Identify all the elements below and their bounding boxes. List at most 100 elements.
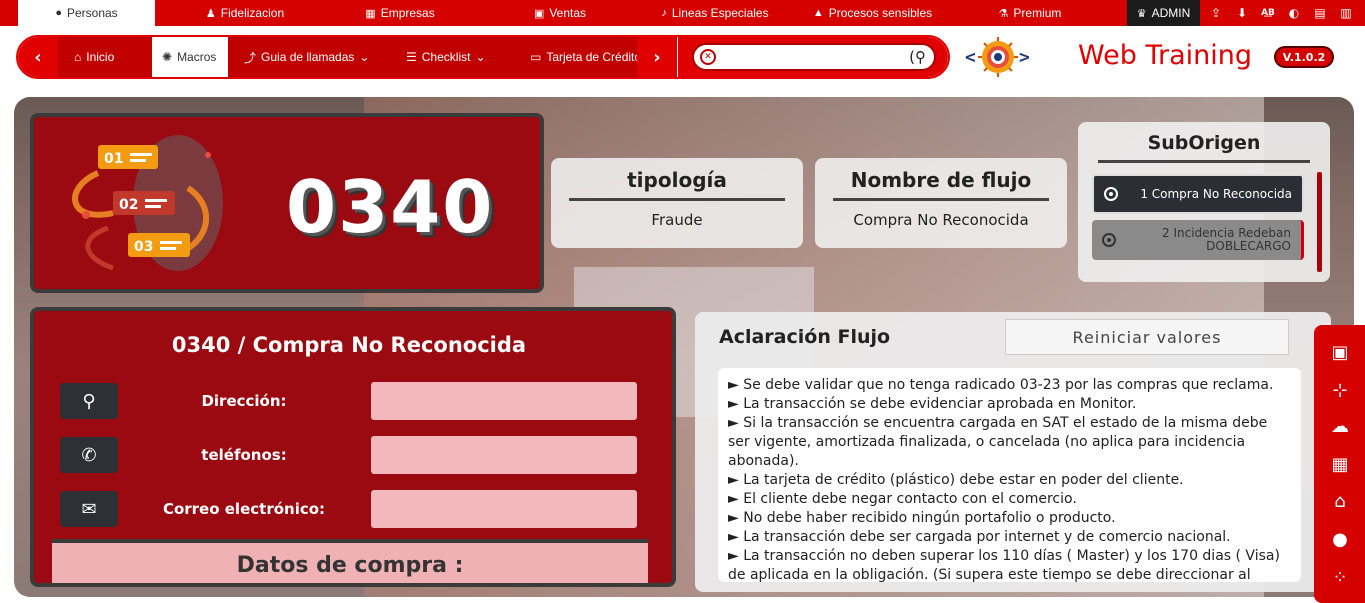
money-icon: ▣ <box>533 7 545 20</box>
chat-icon[interactable]: ☁ <box>1327 414 1353 438</box>
tab-label: Personas <box>66 6 118 20</box>
search-area: ✕ (⚲ <box>678 37 948 77</box>
correo-input[interactable] <box>371 490 637 528</box>
chevron-down-icon: ⌄ <box>475 50 486 64</box>
menu-item-inicio[interactable]: ⌂ Inicio <box>64 37 142 77</box>
search-icon[interactable]: (⚲ <box>909 48 926 66</box>
svg-text:>: > <box>1019 47 1030 68</box>
scroll-right-button[interactable]: › <box>637 37 677 77</box>
clear-icon[interactable]: ✕ <box>700 49 716 65</box>
divider <box>833 198 1049 201</box>
radio-icon <box>1102 233 1116 247</box>
email-icon: ✉ <box>60 491 118 527</box>
menu-item-checklist[interactable]: ☰ Checklist ⌄ <box>396 37 506 77</box>
spellcheck-icon[interactable]: A͟B <box>1260 8 1276 18</box>
chevron-down-icon: ⌄ <box>359 50 370 64</box>
suborigen-scrollbar[interactable] <box>1317 172 1322 272</box>
tab-procesos-sensibles[interactable]: ▲ Procesos sensibles <box>805 0 940 26</box>
credit-card-icon: ▭ <box>530 50 542 64</box>
menu-label: Guia de llamadas <box>261 50 355 64</box>
contrast-icon[interactable]: ◐ <box>1286 6 1302 20</box>
datos-compra-header: Datos de compra : <box>52 539 648 583</box>
gear-icon: ✺ <box>162 50 173 64</box>
admin-menu[interactable]: ♛ ADMIN <box>1127 0 1200 26</box>
aclaracion-text: ► Se debe validar que no tenga radicado … <box>718 368 1301 582</box>
code-card: 01 02 03 0340 <box>30 113 544 293</box>
aclaracion-title: Aclaración Flujo <box>719 326 891 348</box>
contact-title: 0340 / Compra No Reconocida <box>171 333 527 357</box>
tipologia-card: tipología Fraude <box>551 158 803 248</box>
aclaracion-line: ► La transacción debe ser cargada por in… <box>728 529 1231 545</box>
flow-illustration: 01 02 03 <box>72 135 223 271</box>
users-icon: ♟ <box>205 7 216 20</box>
reset-button[interactable]: Reiniciar valores <box>1005 319 1289 355</box>
aclaracion-line: ► Se debe validar que no tenga radicado … <box>728 377 1274 393</box>
aclaracion-panel: Aclaración Flujo Reiniciar valores ► Se … <box>695 312 1331 592</box>
aclaracion-line: ► La transacción se debe evidenciar apro… <box>728 396 1137 412</box>
shoe-prints-icon[interactable]: ⁘ <box>1327 565 1353 589</box>
top-tools: ⇪ ⬇ A͟B ◐ ▤ ▥ <box>1208 0 1354 26</box>
download-icon[interactable]: ⬇ <box>1234 6 1250 20</box>
svg-text:<: < <box>965 47 976 68</box>
upload-icon[interactable]: ⇪ <box>1208 6 1224 20</box>
warning-icon: ▲ <box>812 7 824 19</box>
tab-premium[interactable]: ⚗ Premium <box>985 0 1075 26</box>
field-label: Correo electrónico: <box>162 500 326 518</box>
tab-fidelizacion[interactable]: ♟ Fidelizacion <box>190 0 300 26</box>
telefonos-input[interactable] <box>371 436 637 474</box>
route-icon: ⤴ <box>244 50 257 65</box>
menu-item-tarjeta-credito[interactable]: ▭ Tarjeta de Crédito <box>520 37 640 77</box>
brand-title: Web Training <box>1078 40 1252 71</box>
tab-ventas[interactable]: ▣ Ventas <box>515 0 605 26</box>
divider <box>1098 160 1310 163</box>
suborigen-option[interactable]: 1 Compra No Reconocida <box>1092 174 1304 214</box>
nombre-flujo-card: Nombre de flujo Compra No Reconocida <box>815 158 1067 248</box>
aclaracion-line: ► El cliente debe negar contacto con el … <box>728 491 1077 507</box>
aclaracion-line: ► La transacción no deben superar los 11… <box>728 548 1280 582</box>
suborigen-option[interactable]: 2 Incidencia Redeban DOBLECARGO <box>1092 220 1304 260</box>
file-alt-icon[interactable]: ▥ <box>1338 6 1354 20</box>
nombre-flujo-title: Nombre de flujo <box>850 168 1032 192</box>
tab-lineas-especiales[interactable]: ♪ Lineas Especiales <box>650 0 780 26</box>
tipologia-value: Fraude <box>651 211 703 229</box>
microphone-icon: ♪ <box>661 7 667 19</box>
field-label: Dirección: <box>201 392 287 410</box>
search-input[interactable] <box>720 48 890 68</box>
person-icon: ● <box>55 7 62 19</box>
scroll-left-button[interactable]: ‹ <box>18 37 58 77</box>
bank-icon[interactable]: ⌂ <box>1327 489 1353 513</box>
tab-label: Lineas Especiales <box>671 6 769 20</box>
apple-icon[interactable]: ● <box>1327 527 1353 551</box>
sitemap-icon[interactable]: ⊹ <box>1327 378 1353 402</box>
logo: < > <box>965 37 1030 77</box>
building-icon: ▦ <box>365 7 376 20</box>
tab-empresas[interactable]: ▦ Empresas <box>350 0 450 26</box>
aclaracion-line: ► Si la transacción se encuentra cargada… <box>728 415 1268 469</box>
contact-card: 0340 / Compra No Reconocida ⚲ Dirección:… <box>30 307 676 587</box>
admin-label: ADMIN <box>1151 6 1191 20</box>
flask-icon: ⚗ <box>998 7 1009 20</box>
menu-item-macros[interactable]: ✺ Macros <box>152 37 228 77</box>
menu-item-guia-llamadas[interactable]: ⤴ Guia de llamadas ⌄ <box>234 37 378 77</box>
tipologia-title: tipología <box>627 168 727 192</box>
menu-strip: ⌂ Inicio ✺ Macros ⤴ Guia de llamadas ⌄ ☰… <box>58 37 640 77</box>
radio-icon <box>1104 187 1118 201</box>
monitor-icon[interactable]: ▣ <box>1327 340 1353 364</box>
tab-label: Empresas <box>380 6 435 20</box>
aclaracion-line: ► La tarjeta de crédito (plástico) debe … <box>728 472 1184 488</box>
user-secret-icon: ♛ <box>1136 7 1147 20</box>
tab-personas[interactable]: ● Personas <box>18 0 155 26</box>
menu-label: Checklist <box>421 50 471 64</box>
field-label: teléfonos: <box>201 446 287 464</box>
step-label: 01 <box>104 151 123 167</box>
suborigen-option-label: 2 Incidencia Redeban DOBLECARGO <box>1162 226 1291 253</box>
location-pin-icon: ⚲ <box>60 383 118 419</box>
step-label: 02 <box>119 197 138 213</box>
step-label: 03 <box>134 239 153 255</box>
flow-code: 0340 <box>286 165 495 249</box>
search-box: ✕ (⚲ <box>692 43 936 71</box>
direccion-input[interactable] <box>371 382 637 420</box>
version-badge: V.1.0.2 <box>1274 46 1334 68</box>
building-icon[interactable]: ▦ <box>1327 452 1353 476</box>
file-icon[interactable]: ▤ <box>1312 6 1328 20</box>
